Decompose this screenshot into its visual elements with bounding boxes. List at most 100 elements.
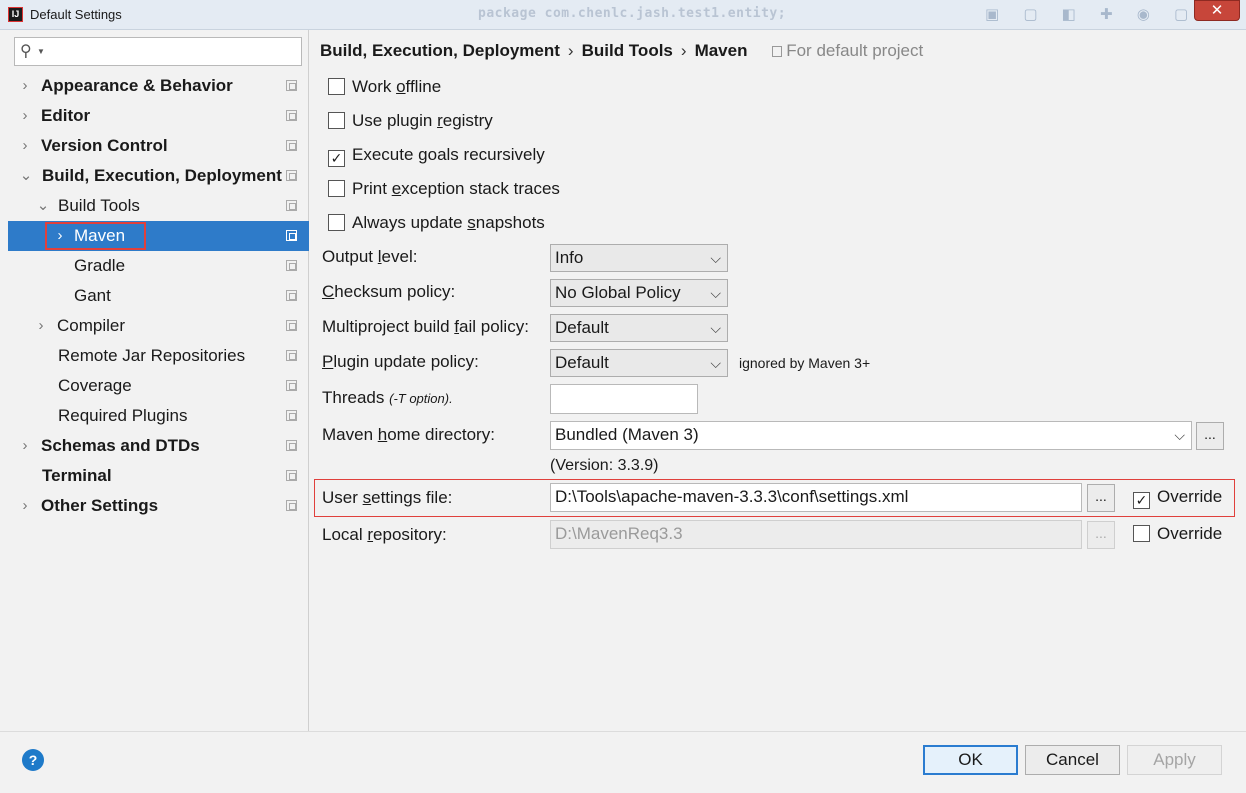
- checkbox-box[interactable]: [1133, 525, 1150, 542]
- expand-arrow-icon[interactable]: ›: [18, 101, 32, 131]
- tree-item-label: Build Tools: [58, 196, 140, 215]
- window-titlebar: IJ Default Settings package com.chenlc.j…: [0, 0, 1246, 30]
- user-settings-browse-button[interactable]: ...: [1087, 484, 1115, 512]
- project-scope-icon: [286, 440, 297, 451]
- plugin-update-note: ignored by Maven 3+: [739, 355, 871, 371]
- chevron-down-icon: ⌵: [710, 355, 721, 371]
- checkbox-checked[interactable]: ✓: [1133, 492, 1150, 509]
- tree-item-schemas-dtds[interactable]: › Schemas and DTDs: [0, 431, 309, 461]
- help-icon[interactable]: ?: [22, 749, 44, 771]
- threads-hint: (-T option).: [389, 391, 453, 406]
- tree-item-gradle[interactable]: Gradle: [0, 251, 309, 281]
- tree-item-compiler[interactable]: › Compiler: [0, 311, 309, 341]
- expand-arrow-icon[interactable]: ›: [18, 71, 32, 101]
- use-plugin-registry-checkbox[interactable]: Use plugin registry: [328, 109, 493, 133]
- select-value: Info: [555, 248, 584, 267]
- multiproject-fail-policy-select[interactable]: Default ⌵: [550, 314, 728, 342]
- select-value: No Global Policy: [555, 283, 681, 302]
- project-scope-icon: [286, 230, 297, 241]
- maven-home-label: Maven home directory:: [322, 425, 495, 444]
- tree-item-label: Schemas and DTDs: [41, 436, 200, 455]
- ok-button[interactable]: OK: [923, 745, 1018, 775]
- highlight-annotation: [45, 222, 146, 250]
- tree-item-build-tools[interactable]: ⌄ Build Tools: [0, 191, 309, 221]
- background-editor-text: package com.chenlc.jash.test1.entity;: [478, 6, 787, 21]
- tree-item-label: Other Settings: [41, 496, 159, 515]
- tree-item-label: Build, Execution, Deployment: [42, 166, 282, 185]
- breadcrumb: Build, Execution, Deployment › Build Tools…: [320, 41, 923, 61]
- tree-item-label: Gant: [74, 286, 111, 305]
- project-scope-icon: [286, 260, 297, 271]
- collapse-arrow-icon[interactable]: ⌄: [36, 191, 50, 221]
- threads-label: Threads (-T option).: [322, 388, 453, 407]
- tree-item-coverage[interactable]: Coverage: [0, 371, 309, 401]
- chevron-down-icon: ⌵: [1174, 427, 1185, 443]
- expand-arrow-icon[interactable]: ›: [34, 311, 48, 341]
- expand-arrow-icon[interactable]: ›: [18, 131, 32, 161]
- tree-item-gant[interactable]: Gant: [0, 281, 309, 311]
- tree-item-appearance-behavior[interactable]: › Appearance & Behavior: [0, 71, 309, 101]
- tree-item-label: Coverage: [58, 376, 132, 395]
- multiproject-fail-policy-label: Multiproject build fail policy:: [322, 317, 529, 336]
- project-scope-icon: [286, 470, 297, 481]
- project-scope-icon: [286, 500, 297, 511]
- tree-item-editor[interactable]: › Editor: [0, 101, 309, 131]
- tree-item-label: Terminal: [42, 466, 112, 485]
- user-settings-override-checkbox[interactable]: ✓ Override: [1133, 485, 1222, 509]
- combobox-value: Bundled (Maven 3): [555, 425, 699, 444]
- expand-arrow-icon[interactable]: ›: [18, 431, 32, 461]
- project-scope-icon: [286, 200, 297, 211]
- search-options-dropdown-icon[interactable]: ▼: [37, 47, 45, 56]
- local-repository-label: Local repository:: [322, 525, 447, 544]
- checkbox-checked[interactable]: ✓: [328, 150, 345, 167]
- apply-button[interactable]: Apply: [1127, 745, 1222, 775]
- user-settings-file-input[interactable]: D:\Tools\apache-maven-3.3.3\conf\setting…: [550, 483, 1082, 512]
- chevron-down-icon: ⌵: [710, 285, 721, 301]
- settings-sidebar: ⚲ ▼ › Appearance & Behavior › Editor › V…: [0, 30, 309, 731]
- tree-item-label: Remote Jar Repositories: [58, 346, 246, 365]
- dialog-footer: ? OK Cancel Apply: [0, 731, 1246, 793]
- breadcrumb-separator: ›: [680, 41, 687, 60]
- tree-item-remote-jar-repositories[interactable]: Remote Jar Repositories: [0, 341, 309, 371]
- checkbox-box[interactable]: [328, 78, 345, 95]
- close-window-button[interactable]: ✕: [1194, 0, 1240, 21]
- always-update-snapshots-checkbox[interactable]: Always update snapshots: [328, 211, 545, 235]
- breadcrumb-separator: ›: [567, 41, 574, 60]
- tree-item-other-settings[interactable]: › Other Settings: [0, 491, 309, 521]
- output-level-label: Output level:: [322, 247, 418, 266]
- checkbox-box[interactable]: [328, 180, 345, 197]
- local-repository-input[interactable]: D:\MavenReq3.3: [550, 520, 1082, 549]
- maven-home-browse-button[interactable]: ...: [1196, 422, 1224, 450]
- plugin-update-policy-select[interactable]: Default ⌵: [550, 349, 728, 377]
- tree-item-build-execution-deployment[interactable]: ⌄ Build, Execution, Deployment: [0, 161, 309, 191]
- maven-home-combobox[interactable]: Bundled (Maven 3) ⌵: [550, 421, 1192, 450]
- collapse-arrow-icon[interactable]: ⌄: [19, 161, 33, 191]
- project-scope-icon: [286, 110, 297, 121]
- cancel-button[interactable]: Cancel: [1025, 745, 1120, 775]
- tree-item-maven[interactable]: › Maven: [8, 221, 309, 251]
- tree-item-version-control[interactable]: › Version Control: [0, 131, 309, 161]
- project-scope-icon: [286, 290, 297, 301]
- checksum-policy-select[interactable]: No Global Policy ⌵: [550, 279, 728, 307]
- tree-item-terminal[interactable]: Terminal: [0, 461, 309, 491]
- plugin-update-policy-label: Plugin update policy:: [322, 352, 479, 371]
- project-scope-icon: [286, 320, 297, 331]
- background-toolbar-icons: ▣ ▢ ◧ ✚ ◉ ▢: [985, 6, 1199, 23]
- execute-goals-recursively-checkbox[interactable]: ✓ Execute goals recursively: [328, 143, 545, 167]
- local-repository-override-checkbox[interactable]: Override: [1133, 522, 1222, 546]
- window-title: Default Settings: [30, 7, 122, 22]
- settings-search-input[interactable]: ⚲ ▼: [14, 37, 302, 66]
- threads-input[interactable]: [550, 384, 698, 414]
- checkbox-box[interactable]: [328, 112, 345, 129]
- scope-note: For default project: [772, 41, 923, 60]
- intellij-app-icon: IJ: [8, 7, 23, 22]
- project-scope-icon: [286, 140, 297, 151]
- tree-item-required-plugins[interactable]: Required Plugins: [0, 401, 309, 431]
- checkbox-box[interactable]: [328, 214, 345, 231]
- scope-label: For default project: [786, 41, 924, 60]
- expand-arrow-icon[interactable]: ›: [18, 491, 32, 521]
- output-level-select[interactable]: Info ⌵: [550, 244, 728, 272]
- local-repository-browse-button[interactable]: ...: [1087, 521, 1115, 549]
- work-offline-checkbox[interactable]: Work offline: [328, 75, 441, 99]
- print-exception-stack-traces-checkbox[interactable]: Print exception stack traces: [328, 177, 560, 201]
